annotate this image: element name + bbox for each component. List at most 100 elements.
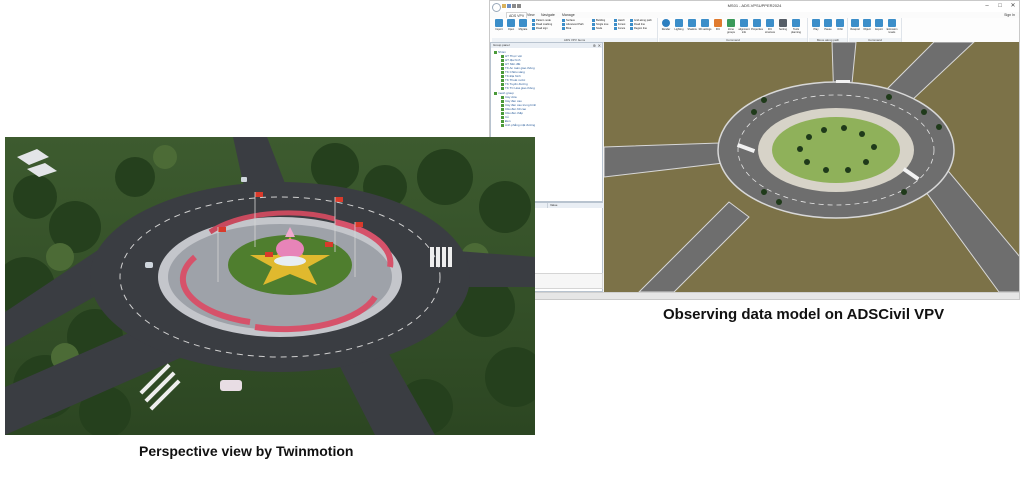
export-label: Export	[875, 28, 883, 31]
migrate-icon	[519, 19, 527, 27]
hatch-label: Hatch	[618, 19, 625, 23]
import-button[interactable]: Import	[494, 19, 504, 36]
alignment-info-button[interactable]: alignment info	[738, 19, 750, 36]
alignment-info-icon	[740, 19, 748, 27]
pause-button[interactable]: Pause	[823, 19, 833, 36]
pattern-node-label: Pattern node	[536, 19, 551, 23]
road-sign-button[interactable]: Road sign	[532, 27, 560, 31]
region-line-button[interactable]: Region line	[630, 27, 656, 31]
ribbon-group-command: Render Lighting Shadow 3D settings IFC Z…	[659, 18, 808, 42]
app-window: MS01 - ADS.VPSUPPER2024 – □ ✕ ADS VPV Vi…	[489, 0, 1020, 300]
lighting-label: Lighting	[674, 28, 684, 31]
advanced-path-label: Advanced Path	[566, 23, 584, 27]
object-button[interactable]: Object	[862, 19, 872, 36]
import-icon	[495, 19, 503, 27]
properties-label: Properties	[751, 28, 763, 31]
object-icon	[863, 19, 871, 27]
properties-icon	[753, 19, 761, 27]
shadow-button[interactable]: Shadow	[687, 19, 697, 36]
ribbon: Import Open Migrate Pattern node Road ma…	[490, 18, 1019, 43]
orbit-icon	[836, 19, 844, 27]
zone-groups-label: Zone groups	[727, 28, 735, 34]
3d-settings-icon	[701, 19, 709, 27]
road-line-label: Road line	[634, 23, 645, 27]
lighting-icon	[675, 19, 683, 27]
setting-button[interactable]: Setting	[778, 19, 788, 36]
status-bar	[490, 292, 1019, 299]
twinmotion-render	[5, 137, 535, 435]
alignment-info-label: alignment info	[738, 28, 750, 34]
minimize-button[interactable]: –	[981, 2, 993, 11]
tree-item[interactable]: TK TC Hoá giao thông	[501, 86, 535, 90]
migrate-label: Migrate	[518, 28, 528, 31]
extrusion-levels-icon	[888, 19, 896, 27]
ifc-structure-icon	[766, 19, 774, 27]
ribbon-col-1: Pattern node Road marking Road sign	[532, 19, 560, 31]
bina-button[interactable]: Bina	[562, 27, 590, 31]
lighting-button[interactable]: Lighting	[674, 19, 684, 36]
zone-groups-button[interactable]: Zone groups	[726, 19, 736, 36]
3d-settings-label: 3D settings	[698, 28, 712, 31]
fence-button[interactable]: Fence	[614, 27, 630, 31]
surface-label: Surface	[566, 19, 575, 23]
ribbon-col-3: Building Single tree Node	[592, 19, 614, 31]
properties-button[interactable]: Properties	[751, 19, 763, 36]
extrusion-levels-button[interactable]: Extrusion levels	[887, 19, 897, 36]
viewport-icon	[851, 19, 859, 27]
node-label: Node	[596, 27, 603, 31]
ribbon-col-2: Surface Advanced Path Bina	[562, 19, 590, 31]
tools-planning-icon	[792, 19, 800, 27]
group-panel-title: Group panel	[491, 43, 602, 48]
render-button[interactable]: Render	[661, 19, 671, 36]
ifc-label: IFC	[715, 28, 721, 31]
render-icon	[662, 19, 670, 27]
bina-label: Bina	[566, 27, 572, 31]
ifc-structure-label: IFC structure	[764, 28, 776, 34]
pin-icon[interactable]: ⊕	[593, 43, 596, 48]
zone-groups-icon	[727, 19, 735, 27]
node-button[interactable]: Node	[592, 27, 614, 31]
open-button[interactable]: Open	[506, 19, 516, 36]
maximize-button[interactable]: □	[994, 2, 1006, 11]
grid-along-path-label: Grid along path	[634, 19, 652, 23]
ribbon-group-command-2: Viewport Object Export Extrusion levels …	[849, 18, 902, 42]
close-button[interactable]: ✕	[1007, 2, 1019, 11]
road-sign-label: Road sign	[536, 27, 548, 31]
tools-planning-button[interactable]: Tools planning	[791, 19, 801, 36]
wrench-icon	[779, 19, 787, 27]
shadow-label: Shadow	[687, 28, 697, 31]
road-marking-label: Road marking	[536, 23, 553, 27]
window-title: MS01 - ADS.VPSUPPER2024	[727, 3, 782, 8]
orbit-label: Orbit	[837, 28, 843, 31]
open-icon	[507, 19, 515, 27]
roundabout-perspective-image	[5, 137, 535, 435]
close-panel-icon[interactable]: ✕	[598, 43, 601, 48]
export-icon	[875, 19, 883, 27]
ifc-structure-button[interactable]: IFC structure	[765, 19, 775, 36]
ifc-icon	[714, 19, 722, 27]
roundabout-model-view[interactable]	[604, 42, 1020, 292]
ribbon-col-4: Hatch Forest Fence	[614, 19, 630, 31]
region-line-label: Region line	[634, 27, 647, 31]
caption-perspective: Perspective view by Twinmotion	[139, 443, 354, 459]
setting-label: Setting	[778, 28, 788, 31]
3d-settings-button[interactable]: 3D settings	[698, 19, 712, 36]
building-label: Building	[596, 19, 606, 23]
play-icon	[812, 19, 820, 27]
caption-data-model: Observing data model on ADSCivil VPV	[663, 306, 945, 323]
play-button[interactable]: Play	[811, 19, 821, 36]
render-label: Render	[661, 28, 671, 31]
tree-item[interactable]: Ảnh phẳng mặt đường	[501, 123, 535, 127]
export-button[interactable]: Export	[874, 19, 884, 36]
fence-label: Fence	[618, 27, 626, 31]
viewport-button[interactable]: Viewport	[850, 19, 860, 36]
migrate-button[interactable]: Migrate	[518, 19, 528, 36]
3d-viewport[interactable]	[604, 42, 1020, 292]
forest-label: Forest	[618, 23, 626, 27]
orbit-button[interactable]: Orbit	[835, 19, 845, 36]
ifc-button[interactable]: IFC	[713, 19, 723, 36]
ribbon-group-move-along-path: Play Pause Orbit Move along path	[809, 18, 848, 42]
property-value-header: Value	[547, 203, 604, 208]
single-tree-label: Single tree	[596, 23, 609, 27]
pause-icon	[824, 19, 832, 27]
